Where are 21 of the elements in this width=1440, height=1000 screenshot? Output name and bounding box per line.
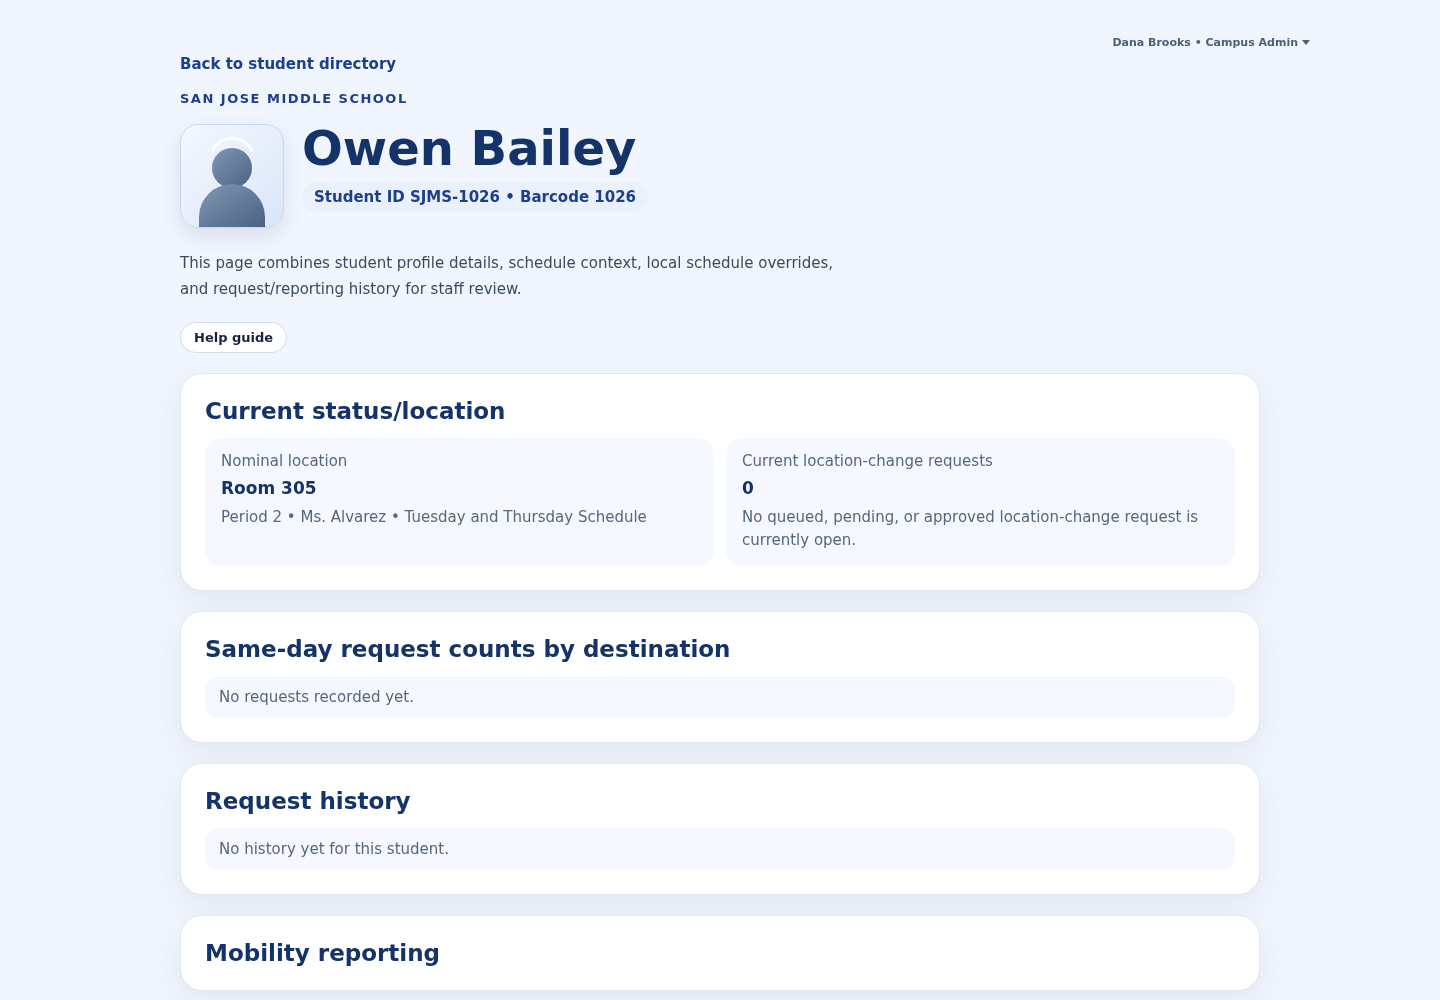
section-title: Current status/location [205, 398, 507, 424]
section-title: Mobility reporting [205, 940, 442, 966]
school-name: SAN JOSE MIDDLE SCHOOL [180, 91, 409, 106]
intro-text: This page combines student profile details, schedule context, local schedule overrides, and request/reporting history for staff review. [180, 253, 835, 300]
student-id-badge: Student ID SJMS-1026 • Barcode 1026 [302, 182, 649, 212]
user-menu[interactable]: Dana Brooks • Campus Admin [1112, 36, 1310, 49]
tile-detail: No queued, pending, or approved location-change request is currently open. [742, 507, 1200, 551]
tile-label: Nominal location [221, 452, 349, 470]
tile-label: Current location-change requests [742, 452, 994, 470]
help-button[interactable]: Help guide [180, 322, 288, 353]
student-name: Owen Bailey [302, 120, 637, 176]
tile-value: 0 [742, 478, 755, 498]
empty-message: No requests recorded yet. [205, 676, 1235, 718]
section-title: Same-day request counts by destination [205, 636, 732, 662]
empty-message: No history yet for this student. [205, 828, 1235, 870]
caret-icon [1302, 40, 1310, 45]
person-icon [197, 137, 267, 227]
tile-value: Room 305 [221, 478, 318, 498]
tile-detail: Period 2 • Ms. Alvarez • Tuesday and Thursday Schedule [221, 507, 648, 528]
back-link[interactable]: Back to student directory [180, 55, 397, 73]
section-title: Request history [205, 788, 412, 814]
